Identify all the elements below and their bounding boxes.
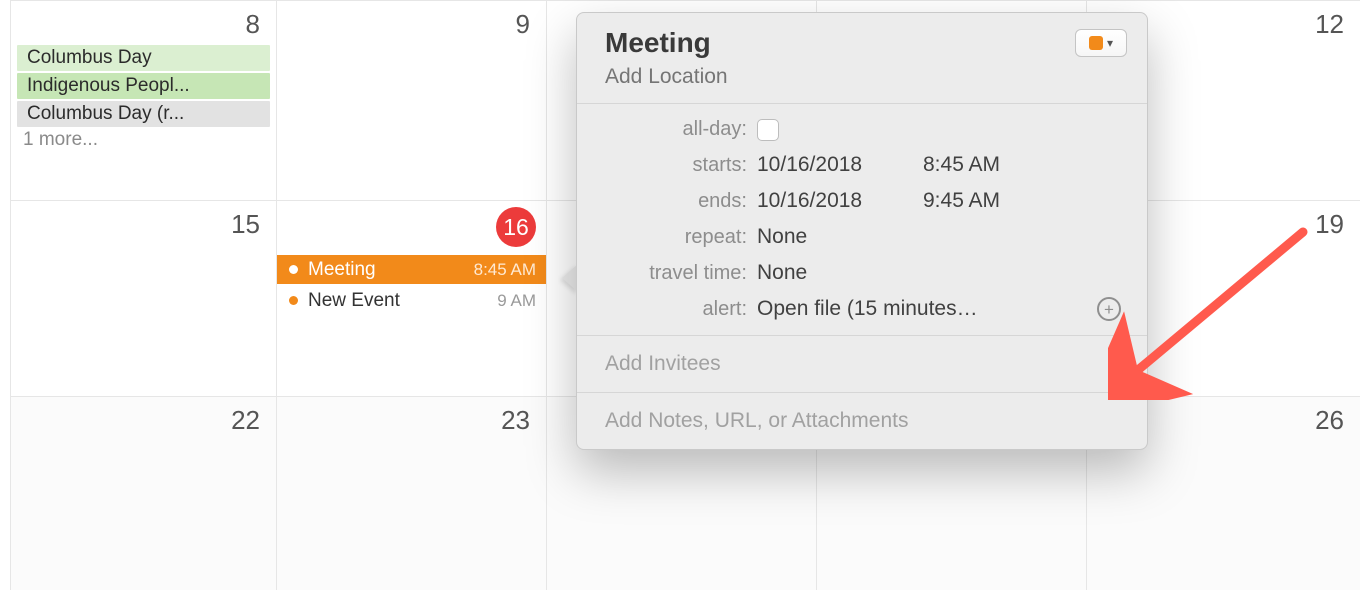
holiday-event[interactable]: Indigenous Peopl... xyxy=(17,73,270,99)
today-badge: 16 xyxy=(496,207,536,247)
day-number: 26 xyxy=(1315,405,1344,436)
calendar-cell[interactable]: 8 Columbus Day Indigenous Peopl... Colum… xyxy=(10,0,276,200)
calendar-cell[interactable]: 15 xyxy=(10,200,276,396)
holiday-event[interactable]: Columbus Day (r... xyxy=(17,101,270,127)
ends-date[interactable]: 10/16/2018 xyxy=(757,189,887,213)
add-invitees-input[interactable]: Add Invitees xyxy=(577,336,1147,393)
starts-date[interactable]: 10/16/2018 xyxy=(757,153,887,177)
repeat-value[interactable]: None xyxy=(757,225,807,249)
day-number: 9 xyxy=(516,9,530,40)
event-title: Meeting xyxy=(308,259,464,281)
alert-label: alert: xyxy=(597,298,747,321)
event-popover: ▾ all-day: starts: 10/16/2018 8:45 AM en… xyxy=(576,12,1148,450)
plus-icon: + xyxy=(1104,301,1114,318)
starts-time[interactable]: 8:45 AM xyxy=(923,153,1000,177)
calendar-color-picker[interactable]: ▾ xyxy=(1075,29,1127,57)
day-number: 12 xyxy=(1315,9,1344,40)
day-number: 19 xyxy=(1315,209,1344,240)
location-input[interactable] xyxy=(605,65,1127,89)
more-events-link[interactable]: 1 more... xyxy=(23,129,276,151)
add-notes-input[interactable]: Add Notes, URL, or Attachments xyxy=(577,393,1147,449)
all-day-label: all-day: xyxy=(597,118,747,141)
popover-header: ▾ xyxy=(577,13,1147,104)
ends-label: ends: xyxy=(597,190,747,213)
calendar-cell[interactable]: 23 xyxy=(276,396,546,590)
calendar-cell-today[interactable]: 16 Meeting 8:45 AM New Event 9 AM xyxy=(276,200,546,396)
all-day-checkbox[interactable] xyxy=(757,119,779,141)
calendar-color-swatch xyxy=(1089,36,1103,50)
starts-label: starts: xyxy=(597,154,747,177)
ends-time[interactable]: 9:45 AM xyxy=(923,189,1000,213)
popover-body: all-day: starts: 10/16/2018 8:45 AM ends… xyxy=(577,104,1147,336)
calendar-grid: 8 Columbus Day Indigenous Peopl... Colum… xyxy=(0,0,1360,590)
event-color-dot xyxy=(289,296,298,305)
repeat-label: repeat: xyxy=(597,226,747,249)
event-meeting[interactable]: Meeting 8:45 AM xyxy=(277,255,546,284)
event-time: 8:45 AM xyxy=(474,260,536,280)
travel-time-label: travel time: xyxy=(597,262,747,285)
chevron-down-icon: ▾ xyxy=(1107,36,1113,50)
day-number: 22 xyxy=(231,405,260,436)
alert-value[interactable]: Open file (15 minutes… xyxy=(757,297,1087,321)
day-number: 23 xyxy=(501,405,530,436)
event-title-input[interactable] xyxy=(605,27,970,59)
holiday-event[interactable]: Columbus Day xyxy=(17,45,270,71)
add-alert-button[interactable]: + xyxy=(1097,297,1121,321)
calendar-cell[interactable]: 22 xyxy=(10,396,276,590)
event-time: 9 AM xyxy=(497,291,536,311)
event-color-dot xyxy=(289,265,298,274)
calendar-cell[interactable]: 9 xyxy=(276,0,546,200)
event-new-event[interactable]: New Event 9 AM xyxy=(277,286,546,315)
event-title: New Event xyxy=(308,290,487,312)
day-number: 8 xyxy=(246,9,260,40)
day-number: 15 xyxy=(231,209,260,240)
travel-time-value[interactable]: None xyxy=(757,261,807,285)
